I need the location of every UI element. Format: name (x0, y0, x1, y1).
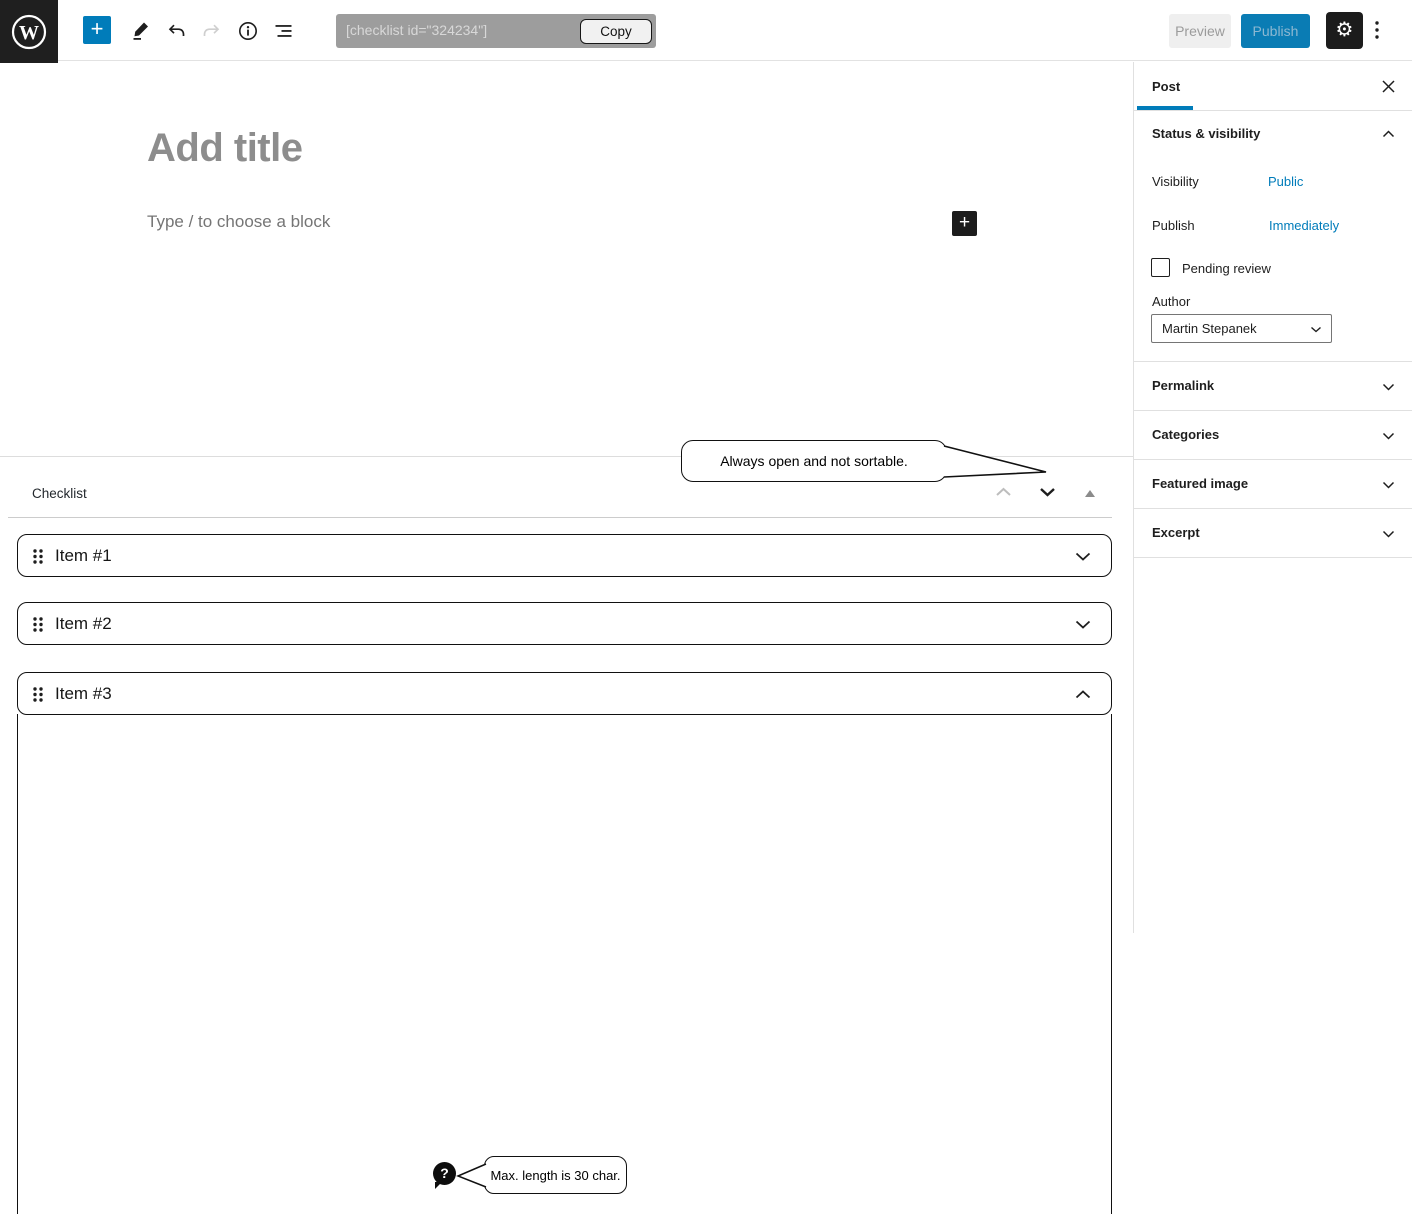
metabox-header-divider (8, 517, 1112, 518)
checklist-item-3-body (17, 714, 1112, 1214)
chevron-down-icon (1382, 481, 1395, 489)
metabox-move-up-icon[interactable] (995, 487, 1012, 497)
shortcode-value: [checklist id="324234"] (346, 22, 487, 38)
tab-post[interactable]: Post (1152, 62, 1180, 111)
sortable-annotation-callout: Always open and not sortable. (681, 440, 947, 482)
chevron-down-icon (1382, 530, 1395, 538)
publish-value-link[interactable]: Immediately (1269, 218, 1339, 233)
metabox-title: Checklist (32, 486, 87, 501)
section-title: Categories (1152, 411, 1219, 459)
gear-icon: ⚙ (1336, 19, 1354, 41)
visibility-value-link[interactable]: Public (1268, 174, 1303, 189)
sortable-annotation-tail (940, 442, 1052, 482)
section-title: Featured image (1152, 460, 1248, 508)
block-appender-plus-button[interactable]: + (952, 211, 977, 236)
settings-gear-button[interactable]: ⚙ (1326, 12, 1363, 49)
drag-handle-icon[interactable] (32, 686, 44, 703)
settings-sidebar: Post Status & visibility Visibility Publ… (1133, 62, 1412, 933)
sidebar-section-divider (1134, 557, 1412, 558)
publish-button[interactable]: Publish (1241, 14, 1310, 48)
edit-pencil-icon[interactable] (131, 21, 151, 41)
section-categories[interactable]: Categories (1134, 410, 1412, 459)
shortcode-field[interactable]: [checklist id="324234"] Copy (336, 14, 656, 48)
pending-review-label: Pending review (1182, 261, 1271, 276)
close-sidebar-icon[interactable] (1381, 79, 1396, 94)
block-appender-placeholder[interactable]: Type / to choose a block (147, 212, 330, 232)
copy-shortcode-button[interactable]: Copy (580, 19, 652, 44)
checklist-item-2-header[interactable]: Item #2 (17, 602, 1112, 645)
list-view-icon[interactable] (274, 21, 294, 41)
metabox-move-down-icon[interactable] (1039, 487, 1056, 497)
section-featured-image[interactable]: Featured image (1134, 459, 1412, 508)
section-excerpt[interactable]: Excerpt (1134, 508, 1412, 557)
more-options-kebab-icon[interactable] (1374, 19, 1380, 43)
preview-button[interactable]: Preview (1169, 14, 1231, 48)
sortable-annotation-text: Always open and not sortable. (720, 453, 908, 469)
max-length-tooltip: Max. length is 30 char. (484, 1156, 627, 1194)
author-select[interactable]: Martin Stepanek (1151, 314, 1332, 343)
checklist-item-1-header[interactable]: Item #1 (17, 534, 1112, 577)
item-label: Item #2 (55, 614, 112, 634)
drag-handle-icon[interactable] (32, 548, 44, 565)
pending-review-checkbox[interactable] (1151, 258, 1170, 277)
section-status-visibility[interactable]: Status & visibility (1152, 126, 1260, 141)
sidebar-header: Post (1134, 62, 1412, 111)
item-label: Item #3 (55, 684, 112, 704)
chevron-up-icon[interactable] (1382, 130, 1395, 138)
drag-handle-icon[interactable] (32, 616, 44, 633)
post-title-input[interactable]: Add title (147, 126, 302, 171)
wordpress-logo-icon: W (10, 13, 48, 51)
redo-icon[interactable] (202, 21, 222, 41)
chevron-down-icon (1382, 432, 1395, 440)
section-title: Permalink (1152, 362, 1214, 410)
author-label: Author (1152, 294, 1190, 309)
block-inserter-button[interactable]: + (83, 16, 111, 44)
max-length-tooltip-text: Max. length is 30 char. (490, 1168, 620, 1183)
checklist-item-3-header[interactable]: Item #3 (17, 672, 1112, 715)
wordpress-logo[interactable]: W (0, 0, 58, 63)
section-title: Excerpt (1152, 509, 1200, 557)
max-length-tooltip-tail (452, 1158, 492, 1194)
publish-label: Publish (1152, 218, 1195, 233)
chevron-down-icon (1310, 326, 1322, 333)
chevron-down-icon[interactable] (1075, 620, 1091, 629)
chevron-down-icon (1382, 383, 1395, 391)
chevron-down-icon[interactable] (1075, 552, 1091, 561)
section-permalink[interactable]: Permalink (1134, 361, 1412, 410)
editor-topbar: W + [checklist id="324234"] Copy Preview… (0, 0, 1412, 61)
svg-text:W: W (19, 22, 39, 44)
metabox-toggle-triangle-icon[interactable] (1085, 490, 1095, 497)
author-select-value: Martin Stepanek (1162, 321, 1257, 336)
undo-icon[interactable] (166, 21, 186, 41)
visibility-label: Visibility (1152, 174, 1199, 189)
info-icon[interactable] (238, 21, 258, 41)
chevron-up-icon[interactable] (1075, 690, 1091, 699)
tab-post-active-underline (1137, 106, 1193, 110)
item-label: Item #1 (55, 546, 112, 566)
